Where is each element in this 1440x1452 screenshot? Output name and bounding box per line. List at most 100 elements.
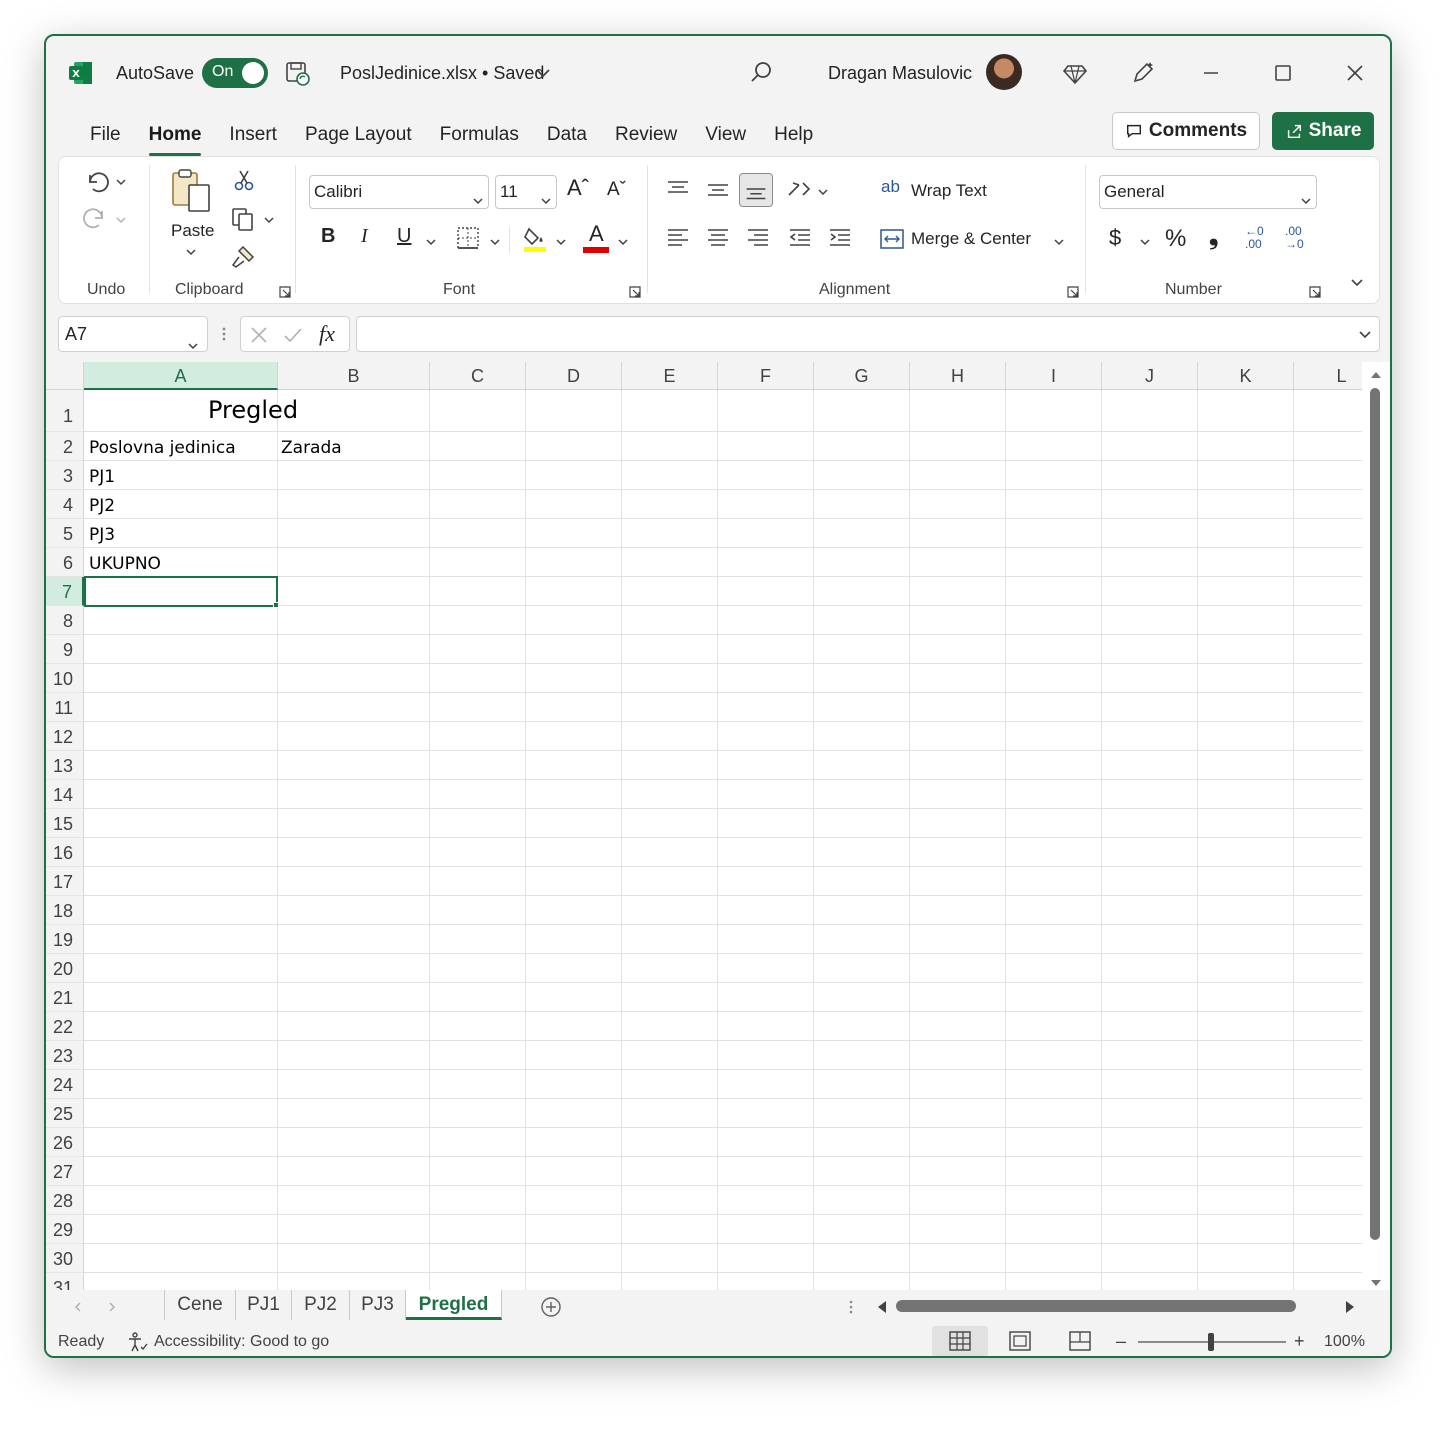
row-header[interactable]: 29 xyxy=(46,1215,84,1244)
prev-sheet-icon[interactable] xyxy=(72,1300,84,1312)
sheet-tab-pj3[interactable]: PJ3 xyxy=(350,1290,406,1320)
row-header[interactable]: 3 xyxy=(46,461,84,490)
column-header[interactable]: A xyxy=(84,362,278,390)
decrease-decimal-button[interactable]: .00 →0 xyxy=(1285,225,1319,251)
row-header[interactable]: 12 xyxy=(46,722,84,751)
wrap-text-icon[interactable]: ab xyxy=(881,177,900,197)
wrap-text-button[interactable]: Wrap Text xyxy=(911,181,987,201)
row-header[interactable]: 9 xyxy=(46,635,84,664)
accessibility-status[interactable]: Accessibility: Good to go xyxy=(154,1333,329,1351)
ribbon-expand-chevron-icon[interactable] xyxy=(1349,275,1365,291)
italic-button[interactable]: I xyxy=(361,225,368,248)
row-header[interactable]: 2 xyxy=(46,432,84,461)
minimize-icon[interactable] xyxy=(1196,58,1226,88)
tab-data[interactable]: Data xyxy=(533,120,601,152)
merge-center-button[interactable]: Merge & Center xyxy=(911,229,1031,249)
avatar[interactable] xyxy=(986,54,1022,90)
increase-indent-icon[interactable] xyxy=(825,223,855,253)
sheet-tab-pregled[interactable]: Pregled xyxy=(406,1290,502,1320)
borders-icon[interactable] xyxy=(455,225,481,251)
row-header[interactable]: 7 xyxy=(46,577,84,606)
row-header[interactable]: 27 xyxy=(46,1157,84,1186)
fill-handle[interactable] xyxy=(273,602,279,608)
row-header[interactable]: 8 xyxy=(46,606,84,635)
cell-a5[interactable]: PJ3 xyxy=(89,525,115,545)
page-layout-view-button[interactable] xyxy=(992,1326,1048,1356)
increase-decimal-button[interactable]: ←0 .00 xyxy=(1245,225,1279,251)
cell-a6[interactable]: UKUPNO xyxy=(89,554,161,574)
tab-split-grip-icon[interactable] xyxy=(846,1298,856,1316)
row-header[interactable]: 16 xyxy=(46,838,84,867)
column-header[interactable]: F xyxy=(718,362,814,390)
vertical-scroll-thumb[interactable] xyxy=(1370,388,1380,1240)
tab-review[interactable]: Review xyxy=(601,120,691,152)
page-break-view-button[interactable] xyxy=(1052,1326,1108,1356)
row-header[interactable]: 15 xyxy=(46,809,84,838)
font-color-chevron-icon[interactable] xyxy=(617,235,629,247)
align-top-icon[interactable] xyxy=(663,175,693,205)
column-header[interactable]: D xyxy=(526,362,622,390)
row-header[interactable]: 20 xyxy=(46,954,84,983)
autosave-toggle[interactable]: On xyxy=(202,58,268,88)
font-size-dropdown[interactable]: 11 xyxy=(495,175,557,209)
horizontal-scroll-thumb[interactable] xyxy=(896,1300,1296,1312)
row-header[interactable]: 11 xyxy=(46,693,84,722)
column-header[interactable]: H xyxy=(910,362,1006,390)
tab-insert[interactable]: Insert xyxy=(215,120,291,152)
row-header[interactable]: 19 xyxy=(46,925,84,954)
select-all-corner[interactable] xyxy=(46,362,84,390)
insert-function-button[interactable]: fx xyxy=(319,321,335,347)
grip-icon[interactable] xyxy=(218,324,230,344)
user-name[interactable]: Dragan Masulovic xyxy=(828,63,972,84)
row-header[interactable]: 17 xyxy=(46,867,84,896)
column-header[interactable]: B xyxy=(278,362,430,390)
row-header[interactable]: 5 xyxy=(46,519,84,548)
column-header[interactable]: E xyxy=(622,362,718,390)
selected-cell-a7[interactable] xyxy=(84,576,278,607)
alignment-launcher-icon[interactable] xyxy=(1067,285,1079,298)
row-header[interactable]: 25 xyxy=(46,1099,84,1128)
zoom-in-icon[interactable]: + xyxy=(1294,1331,1305,1352)
vertical-scrollbar[interactable] xyxy=(1362,362,1390,1290)
zoom-level[interactable]: 100% xyxy=(1324,1333,1365,1351)
undo-chevron-icon[interactable] xyxy=(115,175,127,187)
sheet-tab-cene[interactable]: Cene xyxy=(164,1290,236,1320)
tab-file[interactable]: File xyxy=(76,120,135,152)
row-header[interactable]: 4 xyxy=(46,490,84,519)
close-icon[interactable] xyxy=(1340,58,1370,88)
cell-a2[interactable]: Poslovna jedinica xyxy=(89,438,236,458)
fill-color-chevron-icon[interactable] xyxy=(555,235,567,247)
row-header[interactable]: 26 xyxy=(46,1128,84,1157)
sheet-tab-pj2[interactable]: PJ2 xyxy=(292,1290,350,1320)
copy-icon[interactable] xyxy=(229,205,257,233)
borders-chevron-icon[interactable] xyxy=(489,235,501,247)
column-header[interactable]: G xyxy=(814,362,910,390)
underline-chevron-icon[interactable] xyxy=(425,235,437,247)
row-header[interactable]: 1 xyxy=(46,390,84,432)
paste-chevron-icon[interactable] xyxy=(185,245,197,257)
row-header[interactable]: 10 xyxy=(46,664,84,693)
worksheet-grid[interactable]: ABCDEFGHIJKL 1 2 3 4 5 6 7 8 9 10 11 12 13 14 15 16 17 18… xyxy=(46,362,1390,1290)
paste-label[interactable]: Paste xyxy=(171,221,214,241)
accessibility-icon[interactable] xyxy=(126,1330,150,1354)
save-sync-icon[interactable] xyxy=(282,58,312,88)
shrink-font-button[interactable]: Aˇ xyxy=(607,179,626,201)
row-header[interactable]: 22 xyxy=(46,1012,84,1041)
tab-help[interactable]: Help xyxy=(760,120,827,152)
comments-button[interactable]: Comments xyxy=(1112,112,1260,150)
zoom-out-icon[interactable]: – xyxy=(1116,1331,1126,1352)
bold-button[interactable]: B xyxy=(321,225,335,248)
font-launcher-icon[interactable] xyxy=(629,285,641,298)
scroll-up-icon[interactable] xyxy=(1370,368,1382,380)
tab-formulas[interactable]: Formulas xyxy=(426,120,533,152)
chevron-down-icon[interactable] xyxy=(534,64,552,82)
merge-chevron-icon[interactable] xyxy=(1053,235,1065,247)
cell-a1-title[interactable]: Pregled xyxy=(208,396,298,424)
sheet-tab-pj1[interactable]: PJ1 xyxy=(236,1290,292,1320)
orientation-icon[interactable] xyxy=(785,175,813,203)
clipboard-launcher-icon[interactable] xyxy=(279,285,291,298)
row-header[interactable]: 30 xyxy=(46,1244,84,1273)
normal-view-button[interactable] xyxy=(932,1326,988,1356)
cell-b2[interactable]: Zarada xyxy=(281,438,342,458)
format-painter-icon[interactable] xyxy=(229,243,257,271)
